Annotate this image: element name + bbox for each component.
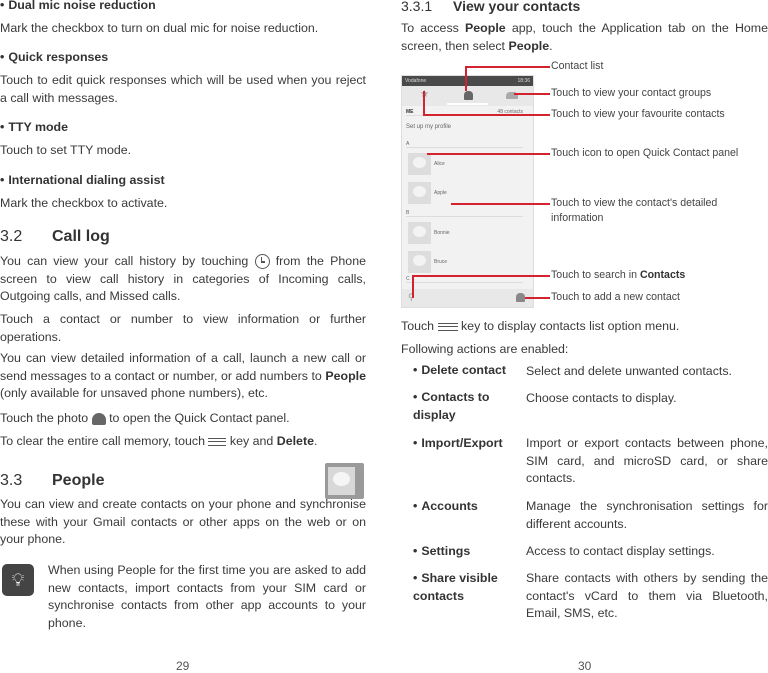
contact-item[interactable]: Apple <box>434 190 523 196</box>
contact-avatar[interactable] <box>408 251 431 273</box>
bullet-tty: TTY mode <box>0 120 68 134</box>
contact-photo-icon <box>91 412 106 425</box>
view-contacts-p1: To access People app, touch the Applicat… <box>401 21 768 53</box>
label-quick-contact: Touch icon to open Quick Contact panel <box>551 147 739 159</box>
action-desc: Import or export contacts between phone,… <box>526 436 768 486</box>
person-icon[interactable] <box>464 91 473 100</box>
call-log-p3: You can view detailed information of a c… <box>0 351 366 401</box>
action-key: Contacts to display <box>413 389 513 424</box>
setup-profile[interactable]: Set up my profile <box>406 124 523 130</box>
label-favourites: Touch to view your favourite contacts <box>551 108 725 120</box>
label-add: Touch to add a new contact <box>551 291 680 303</box>
action-key: Delete contact <box>413 362 506 380</box>
action-key: Settings <box>413 543 470 561</box>
following-text: Following actions are enabled: <box>401 342 569 356</box>
label-search: Touch to search in Contacts <box>551 269 686 281</box>
label-detail: Touch to view the contact's detailed inf… <box>551 197 718 224</box>
action-desc: Choose contacts to display. <box>526 391 677 405</box>
heading-view-contacts: 3.3.1 View your contacts <box>401 0 581 14</box>
people-tip: When using People for the first time you… <box>48 563 366 630</box>
quick-responses-text: Touch to edit quick responses which will… <box>0 73 366 105</box>
call-log-p4: Touch the photo to open the Quick Contac… <box>0 411 290 425</box>
intl-text: Mark the checkbox to activate. <box>0 196 168 210</box>
action-key: Import/Export <box>413 435 502 453</box>
lightbulb-tip-icon: 💡︎ <box>2 564 34 596</box>
people-app-icon <box>325 463 364 499</box>
label-contact-list: Contact list <box>551 60 604 72</box>
action-desc: Access to contact display settings. <box>526 544 715 558</box>
menu-key-text: Touch key to display contacts list optio… <box>401 319 680 333</box>
clock-icon <box>254 254 270 270</box>
contact-item[interactable]: Bruce <box>434 259 523 265</box>
call-log-p5: To clear the entire call memory, touch k… <box>0 434 318 448</box>
call-log-p2: Touch a contact or number to view inform… <box>0 312 366 344</box>
contacts-screenshot: Vodafone18:36 ★ ME48 contacts Set up my … <box>401 75 534 308</box>
contact-avatar[interactable] <box>408 182 431 204</box>
people-p1: You can view and create contacts on your… <box>0 497 366 547</box>
action-key: Share visible contacts <box>413 570 513 605</box>
page-number-right: 30 <box>578 659 592 673</box>
dual-mic-text: Mark the checkbox to turn on dual mic fo… <box>0 21 319 35</box>
action-desc: Share contacts with others by sending th… <box>526 571 768 621</box>
add-contact-icon[interactable] <box>516 293 525 302</box>
menu-icon <box>437 322 458 331</box>
contact-item[interactable]: Alice <box>434 161 523 167</box>
menu-icon <box>208 437 227 446</box>
heading-people: 3.3 People <box>0 472 105 489</box>
action-desc: Select and delete unwanted contacts. <box>526 364 732 378</box>
contact-item[interactable]: Bonnie <box>434 230 523 236</box>
bullet-quick-responses: Quick responses <box>0 50 108 64</box>
call-log-p1: You can view your call history by touchi… <box>0 254 366 304</box>
label-groups: Touch to view your contact groups <box>551 87 712 99</box>
page-number-left: 29 <box>176 659 190 673</box>
contact-avatar[interactable] <box>408 222 431 244</box>
heading-call-log: 3.2 Call log <box>0 228 110 245</box>
bullet-dual-mic: Dual mic noise reduction <box>0 0 155 12</box>
status-bar: Vodafone 18:36 <box>402 76 533 86</box>
action-desc: Manage the synchronisation settings for … <box>526 499 768 531</box>
action-key: Accounts <box>413 498 477 516</box>
bullet-intl: International dialing assist <box>0 173 164 187</box>
contact-avatar[interactable] <box>408 153 431 175</box>
tty-text: Touch to set TTY mode. <box>0 143 132 157</box>
contacts-tabs: ★ <box>402 86 533 106</box>
